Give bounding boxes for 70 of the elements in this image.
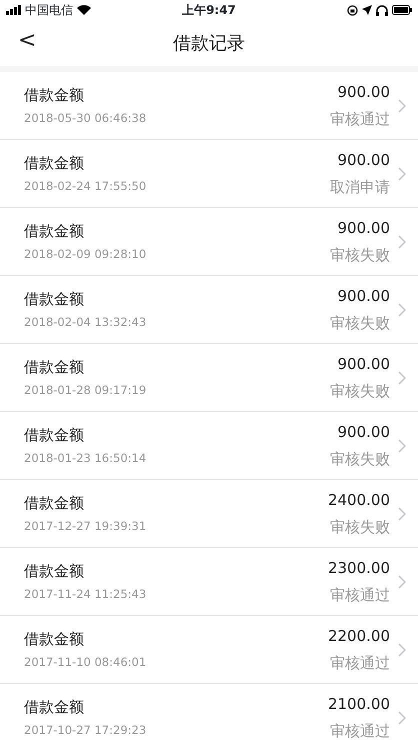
- signal-icon: [6, 5, 21, 15]
- record-row[interactable]: 借款金额 2017-12-27 19:39:31 2400.00 审核失败: [0, 480, 418, 548]
- record-row[interactable]: 借款金额 2017-11-10 08:46:01 2200.00 审核通过: [0, 616, 418, 684]
- record-datetime: 2018-02-09 09:28:10: [24, 246, 148, 264]
- record-amount: 900.00: [338, 82, 390, 103]
- chevron-icon: [398, 710, 406, 724]
- lock-rotation-icon: [346, 4, 358, 16]
- record-row[interactable]: 借款金额 2018-02-09 09:28:10 900.00 审核失败: [0, 208, 418, 276]
- record-label: 借款金额: [24, 84, 85, 106]
- record-label: 借款金额: [24, 424, 85, 446]
- record-row[interactable]: 借款金额 2017-11-24 11:25:43 2300.00 审核通过: [0, 548, 418, 616]
- record-label: 借款金额: [24, 356, 85, 378]
- carrier-name: 中国电信: [25, 2, 73, 19]
- chevron-icon: [398, 642, 406, 656]
- chevron-icon: [398, 234, 406, 248]
- record-label: 借款金额: [24, 696, 85, 718]
- record-amount: 900.00: [338, 218, 390, 239]
- record-row[interactable]: 借款金额 2017-10-27 17:29:23 2100.00 审核通过: [0, 684, 418, 744]
- record-amount: 2100.00: [328, 694, 390, 715]
- record-row[interactable]: 借款金额 2018-02-24 17:55:50 900.00 取消申请: [0, 140, 418, 208]
- chevron-icon: [398, 166, 406, 180]
- record-datetime: 2017-11-10 08:46:01: [24, 654, 148, 672]
- record-status: 审核失败: [330, 448, 390, 470]
- status-time: 上午9:47: [182, 2, 236, 19]
- record-status: 审核通过: [330, 108, 390, 130]
- record-datetime: 2018-05-30 06:46:38: [24, 110, 148, 128]
- headphones-icon: [376, 4, 388, 16]
- record-datetime: 2017-10-27 17:29:23: [24, 722, 148, 740]
- record-datetime: 2018-01-28 09:17:19: [24, 382, 148, 400]
- chevron-icon: [398, 506, 406, 520]
- location-icon: [362, 5, 372, 15]
- record-label: 借款金额: [24, 152, 85, 174]
- record-amount: 900.00: [338, 150, 390, 171]
- record-status: 审核通过: [330, 584, 390, 606]
- record-datetime: 2018-01-23 16:50:14: [24, 450, 148, 468]
- record-row[interactable]: 借款金额 2018-05-30 06:46:38 900.00 审核通过: [0, 72, 418, 140]
- record-row[interactable]: 借款金额 2018-01-23 16:50:14 900.00 审核失败: [0, 412, 418, 480]
- record-status: 审核失败: [330, 312, 390, 334]
- record-status: 取消申请: [330, 176, 390, 198]
- record-datetime: 2017-12-27 19:39:31: [24, 518, 148, 536]
- chevron-icon: [398, 370, 406, 384]
- chevron-icon: [398, 574, 406, 588]
- record-label: 借款金额: [24, 492, 85, 514]
- record-amount: 2400.00: [328, 490, 390, 511]
- record-amount: 900.00: [338, 286, 390, 307]
- chevron-icon: [398, 438, 406, 452]
- record-status: 审核失败: [330, 380, 390, 402]
- record-datetime: 2018-02-24 17:55:50: [24, 178, 148, 196]
- record-status: 审核通过: [330, 720, 390, 742]
- back-button[interactable]: <: [18, 28, 36, 54]
- record-amount: 900.00: [338, 354, 390, 375]
- record-status: 审核失败: [330, 244, 390, 266]
- chevron-icon: [398, 302, 406, 316]
- record-row[interactable]: 借款金额 2018-02-04 13:32:43 900.00 审核失败: [0, 276, 418, 344]
- record-row[interactable]: 借款金额 2018-01-28 09:17:19 900.00 审核失败: [0, 344, 418, 412]
- record-datetime: 2018-02-04 13:32:43: [24, 314, 148, 332]
- record-datetime: 2017-11-24 11:25:43: [24, 586, 148, 604]
- record-label: 借款金额: [24, 288, 85, 310]
- record-status: 审核通过: [330, 652, 390, 674]
- record-label: 借款金额: [24, 628, 85, 650]
- record-amount: 2300.00: [328, 558, 390, 579]
- record-amount: 900.00: [338, 422, 390, 443]
- record-label: 借款金额: [24, 220, 85, 242]
- record-status: 审核失败: [330, 516, 390, 538]
- battery-icon: [392, 5, 412, 15]
- record-amount: 2200.00: [328, 626, 390, 647]
- page-title: 借款记录: [173, 32, 245, 56]
- wifi-icon: [77, 5, 91, 15]
- record-label: 借款金额: [24, 560, 85, 582]
- chevron-icon: [398, 98, 406, 112]
